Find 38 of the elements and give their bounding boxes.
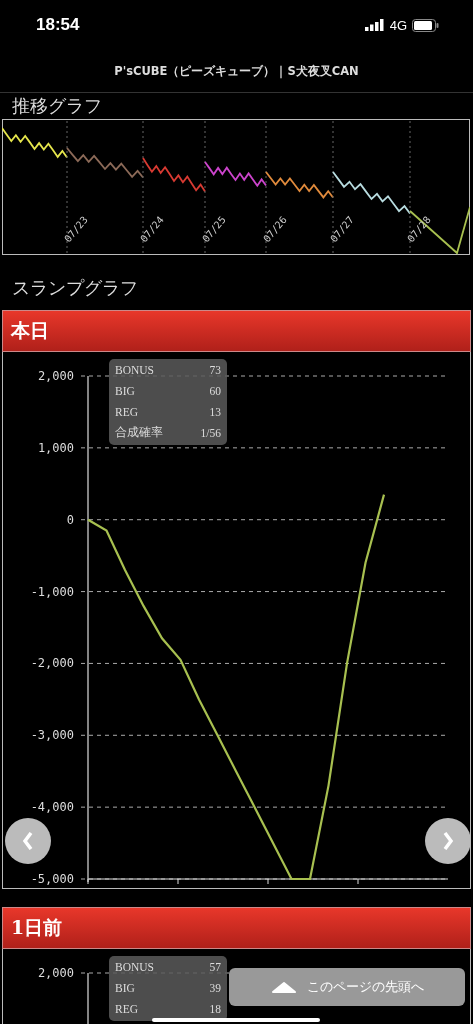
section-heading: スランプグラフ — [11, 276, 139, 300]
stat-value: 13 — [209, 405, 221, 418]
stat-label: BIG — [115, 384, 135, 397]
stat-value: 60 — [209, 384, 221, 397]
next-button[interactable] — [425, 818, 471, 864]
chevron-left-icon — [22, 832, 34, 850]
page-title: P'sCUBE（ピーズキューブ）｜S犬夜叉CAN — [114, 63, 359, 79]
section-heading: 推移グラフ — [11, 94, 103, 118]
stat-value: 57 — [209, 960, 221, 973]
y-tick-label: -3,000 — [30, 728, 74, 743]
status-time: 18:54 — [36, 15, 80, 35]
signal-icon — [364, 19, 385, 31]
stat-value: 18 — [209, 1002, 221, 1015]
stat-label: REG — [115, 1002, 138, 1015]
stat-value: 73 — [209, 363, 221, 376]
chevron-up-icon — [270, 980, 297, 994]
previous-button[interactable] — [5, 818, 51, 864]
stat-label: BIG — [115, 981, 135, 994]
battery-icon — [412, 18, 439, 32]
chevron-right-icon — [442, 832, 454, 850]
stat-label: BONUS — [115, 363, 154, 376]
y-tick-label: -2,000 — [30, 656, 74, 671]
y-tick-label: -1,000 — [30, 584, 74, 599]
day-title: 1日前 — [11, 915, 63, 940]
y-tick-label: -4,000 — [30, 800, 74, 815]
y-tick-label: 2,000 — [37, 966, 74, 980]
back-to-top-button[interactable]: このページの先頭へ — [229, 968, 465, 1006]
stat-label: REG — [115, 405, 138, 418]
y-tick-label: 2,000 — [37, 369, 74, 383]
day-title: 本日 — [11, 318, 49, 343]
network-type: 4G — [389, 17, 407, 33]
y-tick-label: 0 — [66, 512, 74, 527]
stat-label: 合成確率 — [115, 425, 163, 440]
stat-value: 1/56 — [200, 426, 221, 439]
y-tick-label: -5,000 — [30, 872, 74, 886]
stat-label: BONUS — [115, 960, 154, 973]
y-tick-label: 1,000 — [37, 440, 74, 455]
stat-value: 39 — [209, 981, 221, 994]
